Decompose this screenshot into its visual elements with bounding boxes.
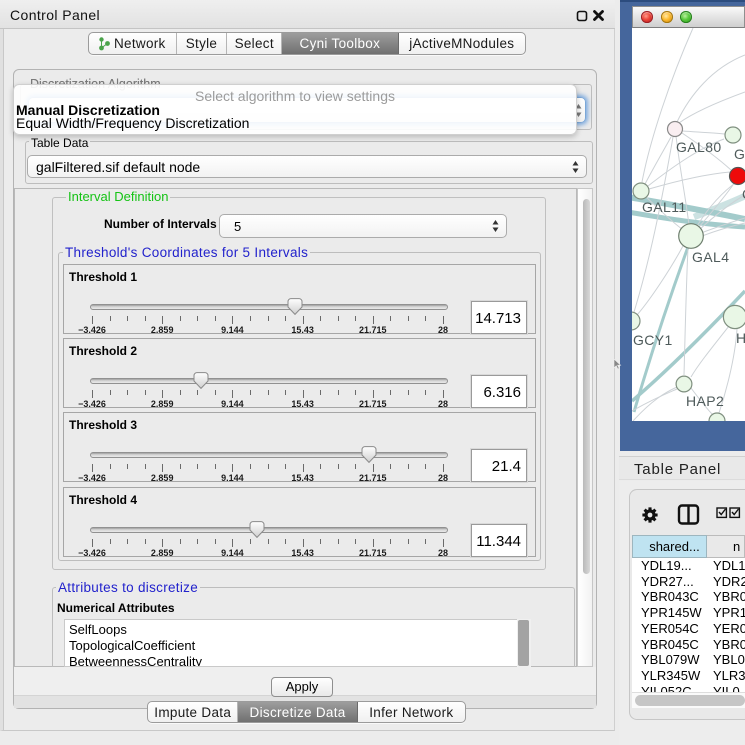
svg-text:H: H (736, 330, 745, 346)
svg-text:GAL80: GAL80 (676, 139, 722, 155)
svg-text:GAL4: GAL4 (692, 249, 729, 265)
svg-text:GAL11: GAL11 (642, 199, 687, 215)
svg-text:HAP2: HAP2 (686, 393, 724, 409)
svg-text:GCY1: GCY1 (633, 332, 673, 348)
svg-text:GA: GA (734, 146, 745, 162)
